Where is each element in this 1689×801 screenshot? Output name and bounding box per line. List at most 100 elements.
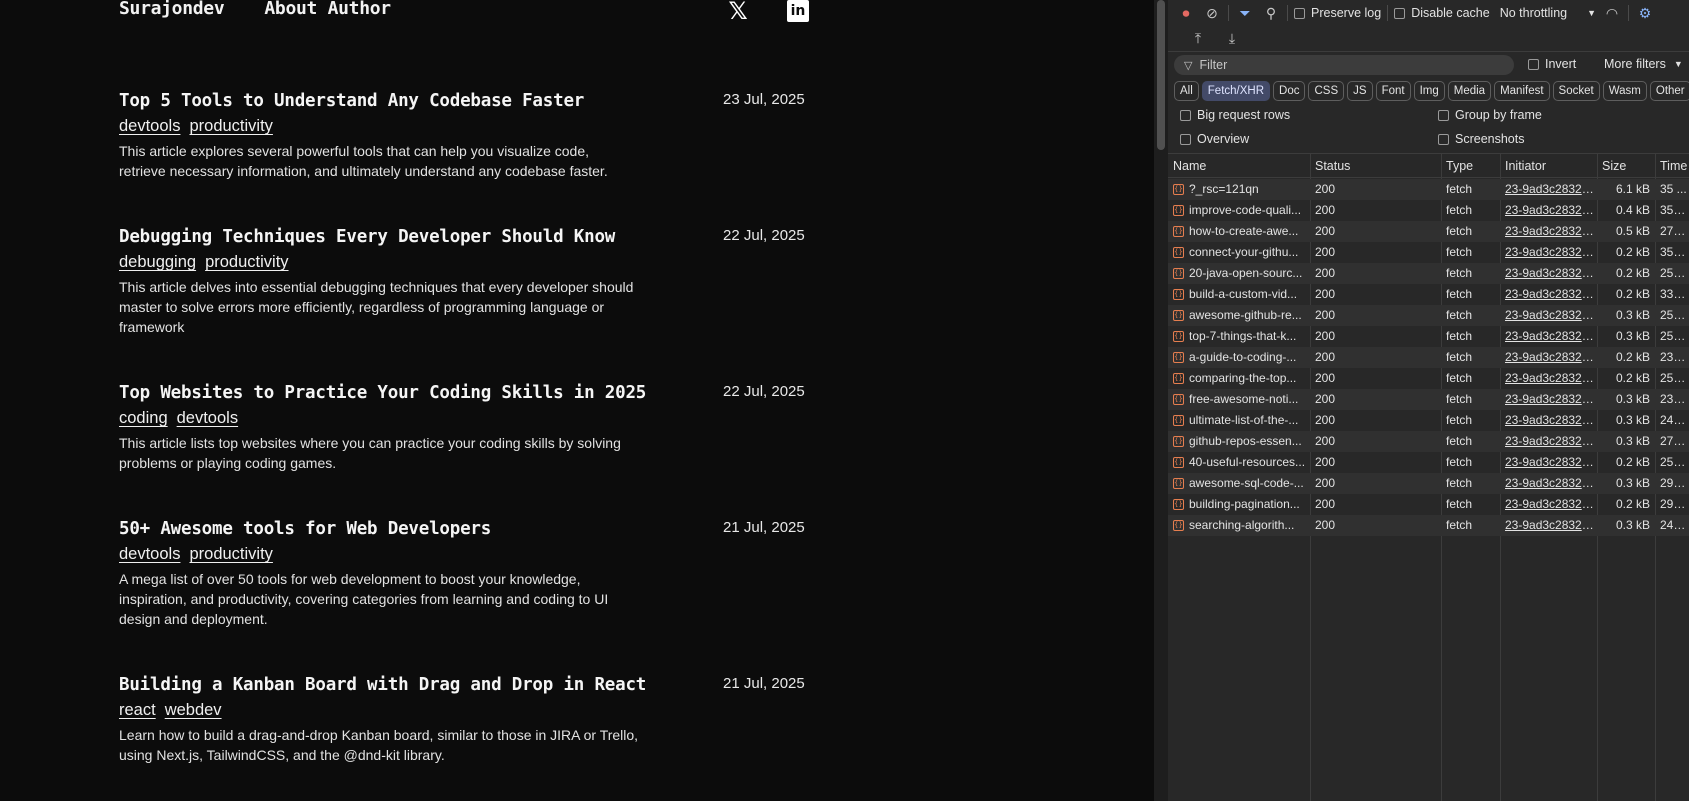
request-name[interactable]: improve-code-quali... <box>1189 203 1307 217</box>
column-header-initiator[interactable]: Initiator <box>1505 159 1546 173</box>
filter-chip-fetchxhr[interactable]: Fetch/XHR <box>1201 81 1271 101</box>
filter-chip-socket[interactable]: Socket <box>1552 81 1600 101</box>
request-initiator-link[interactable]: 23-9ad3c28323f0 <box>1505 350 1597 364</box>
filter-chip-doc[interactable]: Doc <box>1273 81 1306 101</box>
tag-link[interactable]: devtools <box>177 409 238 428</box>
table-row[interactable]: {} top-7-things-that-k... 200 fetch 23-9… <box>1168 326 1689 347</box>
search-icon[interactable]: ⚲ <box>1261 3 1281 23</box>
filter-icon[interactable]: ⏷ <box>1235 3 1255 23</box>
request-initiator-link[interactable]: 23-9ad3c28323f0 <box>1505 287 1597 301</box>
request-name[interactable]: awesome-sql-code-... <box>1189 476 1307 490</box>
filter-chip-manifest[interactable]: Manifest <box>1494 81 1550 101</box>
column-header-size[interactable]: Size <box>1602 159 1626 173</box>
request-name[interactable]: top-7-things-that-k... <box>1189 329 1307 343</box>
tag-link[interactable]: productivity <box>205 253 288 272</box>
request-initiator-link[interactable]: 23-9ad3c28323f0 <box>1505 455 1597 469</box>
table-row[interactable]: {} build-a-custom-vid... 200 fetch 23-9a… <box>1168 284 1689 305</box>
about-author-link[interactable]: About Author <box>264 0 391 19</box>
settings-gear-icon[interactable]: ⚙ <box>1635 3 1655 23</box>
request-initiator-link[interactable]: 23-9ad3c28323f0 <box>1505 497 1597 511</box>
checkbox-box[interactable] <box>1438 133 1449 145</box>
article-title[interactable]: 50+ Awesome tools for Web Developers <box>119 519 819 539</box>
tag-link[interactable]: devtools <box>119 545 180 564</box>
request-initiator-link[interactable]: 23-9ad3c28323f0 <box>1505 266 1597 280</box>
checkbox-box[interactable] <box>1180 109 1191 121</box>
request-name[interactable]: building-pagination... <box>1189 497 1307 511</box>
table-row[interactable]: {} 20-java-open-sourc... 200 fetch 23-9a… <box>1168 263 1689 284</box>
request-name[interactable]: github-repos-essen... <box>1189 434 1307 448</box>
filter-chip-css[interactable]: CSS <box>1308 81 1345 101</box>
table-row[interactable]: {} a-guide-to-coding-... 200 fetch 23-9a… <box>1168 347 1689 368</box>
linkedin-icon[interactable]: in <box>787 0 809 22</box>
preserve-log-checkbox[interactable]: Preserve log <box>1294 6 1381 20</box>
table-row[interactable]: {} awesome-sql-code-... 200 fetch 23-9ad… <box>1168 473 1689 494</box>
request-name[interactable]: comparing-the-top... <box>1189 371 1307 385</box>
tag-link[interactable]: webdev <box>165 701 222 720</box>
request-name[interactable]: awesome-github-re... <box>1189 308 1307 322</box>
table-row[interactable]: {} connect-your-githu... 200 fetch 23-9a… <box>1168 242 1689 263</box>
tag-link[interactable]: productivity <box>189 117 272 136</box>
clear-icon[interactable]: ⊘ <box>1202 3 1222 23</box>
brand-link[interactable]: Surajondev <box>119 0 225 19</box>
table-row[interactable]: {} ultimate-list-of-the-... 200 fetch 23… <box>1168 410 1689 431</box>
filter-chip-wasm[interactable]: Wasm <box>1602 81 1647 101</box>
checkbox-box[interactable] <box>1294 7 1305 19</box>
request-initiator-link[interactable]: 23-9ad3c28323f0 <box>1505 224 1597 238</box>
invert-checkbox[interactable]: Invert <box>1528 57 1576 71</box>
checkbox-box[interactable] <box>1528 58 1539 70</box>
request-initiator-link[interactable]: 23-9ad3c28323f0 <box>1505 518 1597 532</box>
column-header-type[interactable]: Type <box>1446 159 1473 173</box>
request-initiator-link[interactable]: 23-9ad3c28323f0 <box>1505 308 1597 322</box>
disable-cache-checkbox[interactable]: Disable cache <box>1394 6 1490 20</box>
request-name[interactable]: free-awesome-noti... <box>1189 392 1307 406</box>
request-name[interactable]: how-to-create-awe... <box>1189 224 1307 238</box>
tag-link[interactable]: debugging <box>119 253 196 272</box>
request-initiator-link[interactable]: 23-9ad3c28323f0 <box>1505 371 1597 385</box>
tag-link[interactable]: coding <box>119 409 168 428</box>
network-conditions-icon[interactable]: ◠ <box>1602 3 1622 23</box>
filter-chip-media[interactable]: Media <box>1447 81 1492 101</box>
request-initiator-link[interactable]: 23-9ad3c28323f0 <box>1505 182 1597 196</box>
request-initiator-link[interactable]: 23-9ad3c28323f0 <box>1505 413 1597 427</box>
checkbox-box[interactable] <box>1438 109 1449 121</box>
table-row[interactable]: {} searching-algorith... 200 fetch 23-9a… <box>1168 515 1689 536</box>
filter-chip-font[interactable]: Font <box>1375 81 1411 101</box>
import-har-icon[interactable]: ⤒ <box>1188 29 1208 49</box>
request-name[interactable]: searching-algorith... <box>1189 518 1307 532</box>
filter-chip-js[interactable]: JS <box>1347 81 1373 101</box>
group-by-frame-checkbox[interactable]: Group by frame <box>1438 108 1542 122</box>
column-header-status[interactable]: Status <box>1315 159 1350 173</box>
table-row[interactable]: {} ?_rsc=121qn 200 fetch 23-9ad3c28323f0… <box>1168 179 1689 200</box>
throttling-select[interactable]: No throttling ▼ <box>1500 6 1596 20</box>
request-name[interactable]: ?_rsc=121qn <box>1189 182 1307 196</box>
request-initiator-link[interactable]: 23-9ad3c28323f0 <box>1505 203 1597 217</box>
checkbox-box[interactable] <box>1394 7 1406 19</box>
column-header-time[interactable]: Time <box>1660 159 1687 173</box>
big-request-rows-checkbox[interactable]: Big request rows <box>1180 108 1290 122</box>
request-name[interactable]: ultimate-list-of-the-... <box>1189 413 1307 427</box>
request-name[interactable]: build-a-custom-vid... <box>1189 287 1307 301</box>
stop-recording-icon[interactable]: ⏺ <box>1176 3 1196 23</box>
filter-chip-all[interactable]: All <box>1174 81 1199 101</box>
request-initiator-link[interactable]: 23-9ad3c28323f0 <box>1505 392 1597 406</box>
request-initiator-link[interactable]: 23-9ad3c28323f0 <box>1505 476 1597 490</box>
more-filters-dropdown[interactable]: More filters ▼ <box>1604 57 1683 71</box>
x-twitter-icon[interactable]: 𝕏 <box>727 0 749 25</box>
export-har-icon[interactable]: ⤓ <box>1222 29 1242 49</box>
table-row[interactable]: {} awesome-github-re... 200 fetch 23-9ad… <box>1168 305 1689 326</box>
table-row[interactable]: {} improve-code-quali... 200 fetch 23-9a… <box>1168 200 1689 221</box>
article-title[interactable]: Debugging Techniques Every Developer Sho… <box>119 227 819 247</box>
page-scrollbar[interactable] <box>1154 0 1168 801</box>
scrollbar-thumb[interactable] <box>1157 0 1165 150</box>
request-initiator-link[interactable]: 23-9ad3c28323f0 <box>1505 434 1597 448</box>
table-row[interactable]: {} comparing-the-top... 200 fetch 23-9ad… <box>1168 368 1689 389</box>
filter-input[interactable]: ▽ Filter <box>1174 55 1514 75</box>
request-name[interactable]: 20-java-open-sourc... <box>1189 266 1307 280</box>
tag-link[interactable]: devtools <box>119 117 180 136</box>
tag-link[interactable]: productivity <box>189 545 272 564</box>
table-row[interactable]: {} building-pagination... 200 fetch 23-9… <box>1168 494 1689 515</box>
tag-link[interactable]: react <box>119 701 156 720</box>
filter-chip-other[interactable]: Other <box>1649 81 1689 101</box>
table-row[interactable]: {} 40-useful-resources... 200 fetch 23-9… <box>1168 452 1689 473</box>
checkbox-box[interactable] <box>1180 133 1191 145</box>
